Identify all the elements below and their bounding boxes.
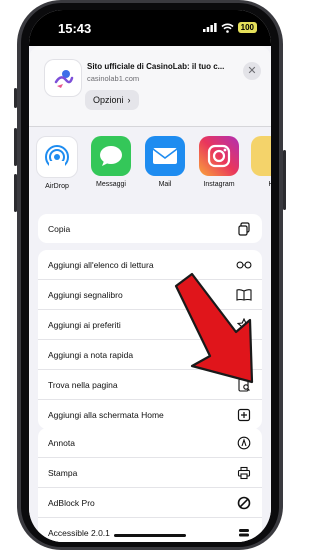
action-copy[interactable]: Copia xyxy=(38,214,262,243)
action-label: Trova nella pagina xyxy=(48,379,118,390)
battery-icon: 100 xyxy=(237,22,257,33)
action-label: Aggiungi segnalibro xyxy=(48,289,123,300)
action-label: Stampa xyxy=(48,467,78,478)
mail-icon xyxy=(145,136,185,176)
messages-icon xyxy=(91,136,131,176)
copy-icon xyxy=(236,221,252,237)
action-label: Annota xyxy=(48,437,75,448)
action-label: Aggiungi a nota rapida xyxy=(48,349,134,360)
action-label: Aggiungi all'elenco di lettura xyxy=(48,259,154,270)
actions-group-copy: Copia xyxy=(38,214,262,243)
action-label: Aggiungi alla schermata Home xyxy=(48,409,164,420)
share-app-instagram[interactable]: Instagram xyxy=(195,136,243,188)
printer-icon xyxy=(236,465,252,481)
airdrop-icon xyxy=(36,136,78,178)
close-button[interactable]: ✕ xyxy=(243,62,261,80)
phone-volume-up-button xyxy=(14,128,17,166)
block-icon xyxy=(236,495,252,511)
annotation-arrow-icon xyxy=(174,272,254,384)
actions-group-more: Annota Stampa AdBlock Pro Accessible 2.0… xyxy=(38,428,262,542)
phone-power-button xyxy=(283,150,286,210)
add-square-icon xyxy=(236,407,252,423)
action-adblock-pro[interactable]: AdBlock Pro xyxy=(38,488,262,518)
share-app-label: Messaggi xyxy=(96,181,126,188)
action-label: Copia xyxy=(48,223,71,234)
share-app-label: AirDrop xyxy=(45,183,69,190)
signal-icon xyxy=(202,23,217,32)
share-app-mail[interactable]: Mail xyxy=(141,136,189,188)
action-print[interactable]: Stampa xyxy=(38,458,262,488)
share-sheet-header: Sito ufficiale di CasinoLab: il tuo c...… xyxy=(29,46,271,127)
share-app-partial[interactable]: H xyxy=(247,136,271,188)
action-accessible[interactable]: Accessible 2.0.1 xyxy=(38,518,262,542)
action-label: Aggiungi ai preferiti xyxy=(48,319,121,330)
share-apps-row: AirDrop Messaggi Mail Instagram xyxy=(29,126,271,204)
share-app-label: Instagram xyxy=(203,181,235,188)
page-title: Sito ufficiale di CasinoLab: il tuo c... xyxy=(87,62,225,71)
status-icons: 100 xyxy=(202,22,257,33)
status-time: 15:43 xyxy=(58,21,92,36)
markup-icon xyxy=(236,435,252,451)
action-label: Accessible 2.0.1 xyxy=(48,527,110,538)
phone-volume-down-button xyxy=(14,174,17,212)
status-bar: 15:43 100 xyxy=(29,10,271,46)
casinolab-logo-icon xyxy=(54,70,74,88)
home-indicator xyxy=(114,534,186,537)
phone-side-button xyxy=(14,88,17,108)
stack-icon xyxy=(236,525,252,541)
share-app-messages[interactable]: Messaggi xyxy=(87,136,135,188)
action-add-home-screen[interactable]: Aggiungi alla schermata Home xyxy=(38,400,262,429)
glasses-icon xyxy=(236,257,252,273)
share-app-label: H xyxy=(247,181,271,188)
instagram-icon xyxy=(199,136,239,176)
wifi-icon xyxy=(221,23,234,33)
page-url: casinolab1.com xyxy=(87,74,140,83)
close-icon: ✕ xyxy=(247,65,257,77)
share-app-label: Mail xyxy=(158,181,172,188)
action-markup[interactable]: Annota xyxy=(38,428,262,458)
dynamic-island xyxy=(115,19,177,37)
action-label: AdBlock Pro xyxy=(48,497,95,508)
options-label: Opzioni xyxy=(93,95,124,105)
site-favicon xyxy=(45,60,81,96)
partial-app-icon xyxy=(251,136,271,176)
chevron-right-icon: › xyxy=(127,95,131,105)
share-app-airdrop[interactable]: AirDrop xyxy=(33,136,81,190)
options-button[interactable]: Opzioni › xyxy=(85,90,139,110)
